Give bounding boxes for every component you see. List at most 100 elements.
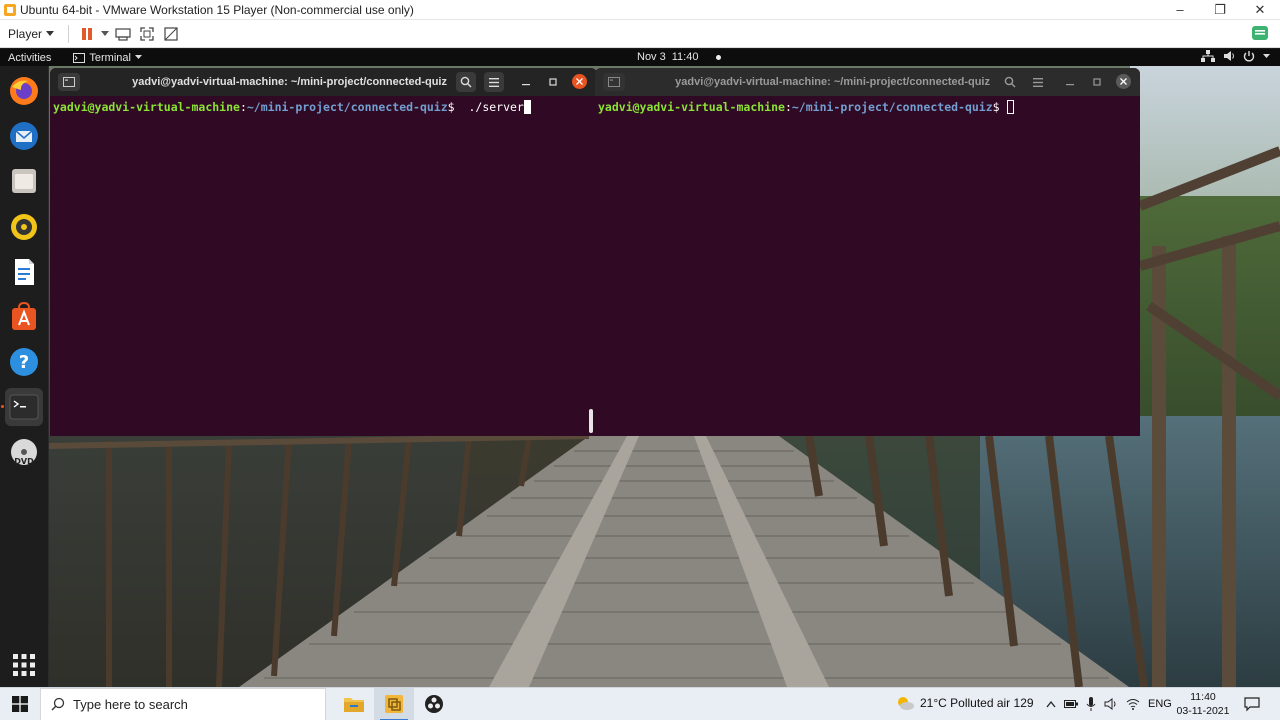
activities-button[interactable]: Activities <box>0 52 59 64</box>
running-indicator-icon <box>1 405 4 408</box>
thunderbird-icon <box>10 122 38 150</box>
taskbar-clock[interactable]: 11:40 03-11-2021 <box>1176 690 1230 718</box>
pause-icon[interactable] <box>75 22 99 46</box>
network-icon[interactable] <box>1126 698 1140 710</box>
terminal-title: yadvi@yadvi-virtual-machine: ~/mini-proj… <box>132 76 447 88</box>
start-button[interactable] <box>0 688 40 720</box>
maximize-button[interactable]: ❐ <box>1200 0 1240 20</box>
weather-text: 21°C Polluted air 129 <box>920 696 1034 710</box>
minimize-icon[interactable] <box>1060 72 1080 92</box>
tile-resize-handle[interactable] <box>589 409 593 433</box>
terminal-output[interactable]: yadvi@yadvi-virtual-machine:~/mini-proje… <box>50 96 597 118</box>
prompt-symbol: $ <box>447 100 462 114</box>
notification-icon <box>1244 697 1260 712</box>
maximize-icon[interactable] <box>1087 72 1107 92</box>
dock-firefox[interactable] <box>5 72 43 110</box>
hamburger-menu-icon[interactable] <box>1028 72 1048 92</box>
dvd-icon: DVD <box>11 439 37 466</box>
taskbar-file-explorer[interactable] <box>334 688 374 720</box>
app-menu[interactable]: Terminal <box>59 52 142 64</box>
help-icon: ? <box>10 348 38 376</box>
chevron-up-icon[interactable] <box>1046 700 1056 708</box>
minimize-button[interactable]: – <box>1160 0 1200 20</box>
player-menu-label: Player <box>8 26 43 41</box>
writer-icon <box>15 259 34 285</box>
terminal-command: ./server <box>468 100 524 114</box>
dock-thunderbird[interactable] <box>5 117 43 155</box>
taskbar-vmware[interactable] <box>374 687 414 720</box>
terminal-window-left[interactable]: yadvi@yadvi-virtual-machine: ~/mini-proj… <box>50 68 597 436</box>
svg-text:?: ? <box>19 352 29 373</box>
speaker-icon[interactable] <box>1104 698 1118 710</box>
gnome-date: Nov 3 <box>637 51 666 63</box>
chevron-down-icon <box>46 30 55 36</box>
dock-help[interactable]: ? <box>5 343 43 381</box>
dock-rhythmbox[interactable] <box>5 208 43 246</box>
window-title: Ubuntu 64-bit - VMware Workstation 15 Pl… <box>20 2 414 17</box>
search-icon[interactable] <box>1000 72 1020 92</box>
terminal-window-right[interactable]: yadvi@yadvi-virtual-machine: ~/mini-proj… <box>595 68 1140 436</box>
dock-files[interactable] <box>5 162 43 200</box>
terminal-icon <box>9 394 39 420</box>
vmware-player-icon <box>385 695 403 713</box>
vmware-logo-icon <box>4 3 16 16</box>
taskbar-search[interactable]: Type here to search <box>40 687 326 720</box>
software-icon <box>12 301 36 330</box>
maximize-icon[interactable] <box>543 72 563 92</box>
files-icon <box>12 169 36 193</box>
microphone-icon[interactable] <box>1086 697 1096 711</box>
dock-software[interactable] <box>5 298 43 336</box>
dock-app-grid[interactable] <box>5 646 43 684</box>
library-icon[interactable] <box>1250 24 1270 44</box>
new-tab-icon[interactable] <box>603 73 625 91</box>
prompt-symbol: $ <box>992 100 1007 114</box>
network-icon <box>1201 50 1215 62</box>
speaker-icon <box>1224 51 1234 61</box>
minimize-icon[interactable] <box>516 72 536 92</box>
search-icon[interactable] <box>456 72 476 92</box>
new-tab-icon[interactable] <box>58 73 80 91</box>
notification-center[interactable] <box>1244 696 1260 715</box>
terminal-headerbar[interactable]: yadvi@yadvi-virtual-machine: ~/mini-proj… <box>595 68 1140 96</box>
weather-icon <box>898 697 914 710</box>
prompt-user: yadvi@yadvi-virtual-machine <box>53 100 240 114</box>
search-placeholder: Type here to search <box>73 696 188 712</box>
terminal-app-icon <box>73 52 86 63</box>
app-menu-label: Terminal <box>89 51 131 64</box>
weather-widget[interactable]: 21°C Polluted air 129 <box>896 696 1034 710</box>
obs-icon <box>425 695 443 713</box>
dock-dvd[interactable]: DVD <box>5 434 43 472</box>
close-button[interactable]: ✕ <box>1240 0 1280 20</box>
taskbar-time: 11:40 <box>1190 691 1216 703</box>
unity-mode-icon[interactable] <box>159 22 183 46</box>
ubuntu-dock: ? DVD <box>0 66 49 687</box>
firefox-icon <box>10 77 38 105</box>
rhythmbox-icon <box>11 214 37 240</box>
dock-terminal[interactable] <box>5 388 43 426</box>
chevron-down-icon <box>134 55 142 59</box>
terminal-headerbar[interactable]: yadvi@yadvi-virtual-machine: ~/mini-proj… <box>50 68 597 96</box>
vmware-toolbar: Player <box>0 20 1280 48</box>
system-tray[interactable]: ENG <box>1046 697 1172 711</box>
gnome-clock[interactable]: Nov 3 11:40 <box>637 51 722 63</box>
close-icon[interactable] <box>1116 74 1131 89</box>
player-menu[interactable]: Player <box>0 27 62 41</box>
gnome-system-tray[interactable] <box>1201 50 1270 62</box>
hamburger-menu-icon[interactable] <box>484 72 504 92</box>
dock-writer[interactable] <box>5 253 43 291</box>
pause-dropdown-icon[interactable] <box>99 22 111 46</box>
taskbar-obs[interactable] <box>414 688 454 720</box>
notification-dot-icon <box>716 54 722 60</box>
terminal-title: yadvi@yadvi-virtual-machine: ~/mini-proj… <box>675 76 990 88</box>
terminal-output[interactable]: yadvi@yadvi-virtual-machine:~/mini-proje… <box>595 96 1140 118</box>
send-ctrl-alt-del-icon[interactable] <box>111 22 135 46</box>
battery-icon[interactable] <box>1064 699 1078 709</box>
vmware-titlebar: Ubuntu 64-bit - VMware Workstation 15 Pl… <box>0 0 1280 20</box>
gnome-time: 11:40 <box>671 51 699 63</box>
folder-icon <box>344 698 364 712</box>
fullscreen-icon[interactable] <box>135 22 159 46</box>
close-icon[interactable] <box>572 74 587 89</box>
language-indicator[interactable]: ENG <box>1148 698 1172 710</box>
windows-logo-icon <box>12 696 28 712</box>
toolbar-divider <box>68 24 70 43</box>
